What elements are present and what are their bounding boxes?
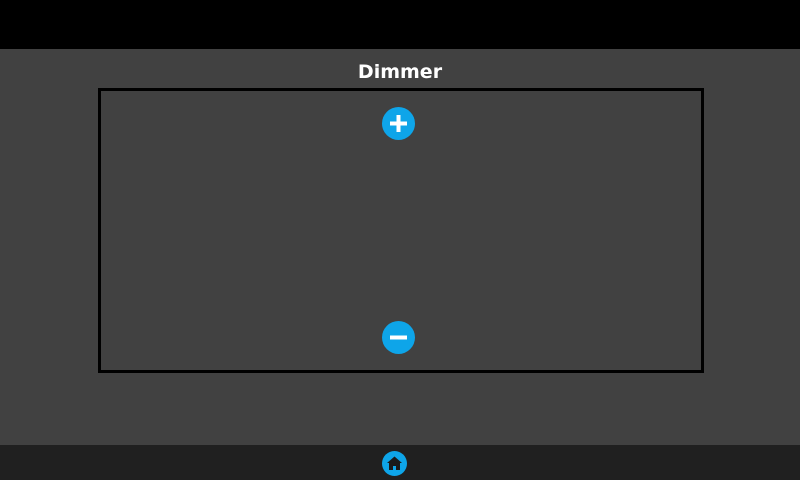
increase-button[interactable] bbox=[382, 107, 415, 140]
page-title: Dimmer bbox=[357, 61, 443, 83]
dimmer-panel bbox=[98, 88, 704, 373]
decrease-button[interactable] bbox=[382, 321, 415, 354]
main-area: Dimmer bbox=[0, 49, 800, 445]
minus-icon bbox=[390, 335, 407, 340]
home-icon bbox=[387, 456, 402, 470]
top-bar bbox=[0, 0, 800, 49]
bottom-nav-bar bbox=[0, 445, 800, 480]
home-button[interactable] bbox=[382, 451, 407, 476]
plus-icon bbox=[390, 115, 407, 132]
